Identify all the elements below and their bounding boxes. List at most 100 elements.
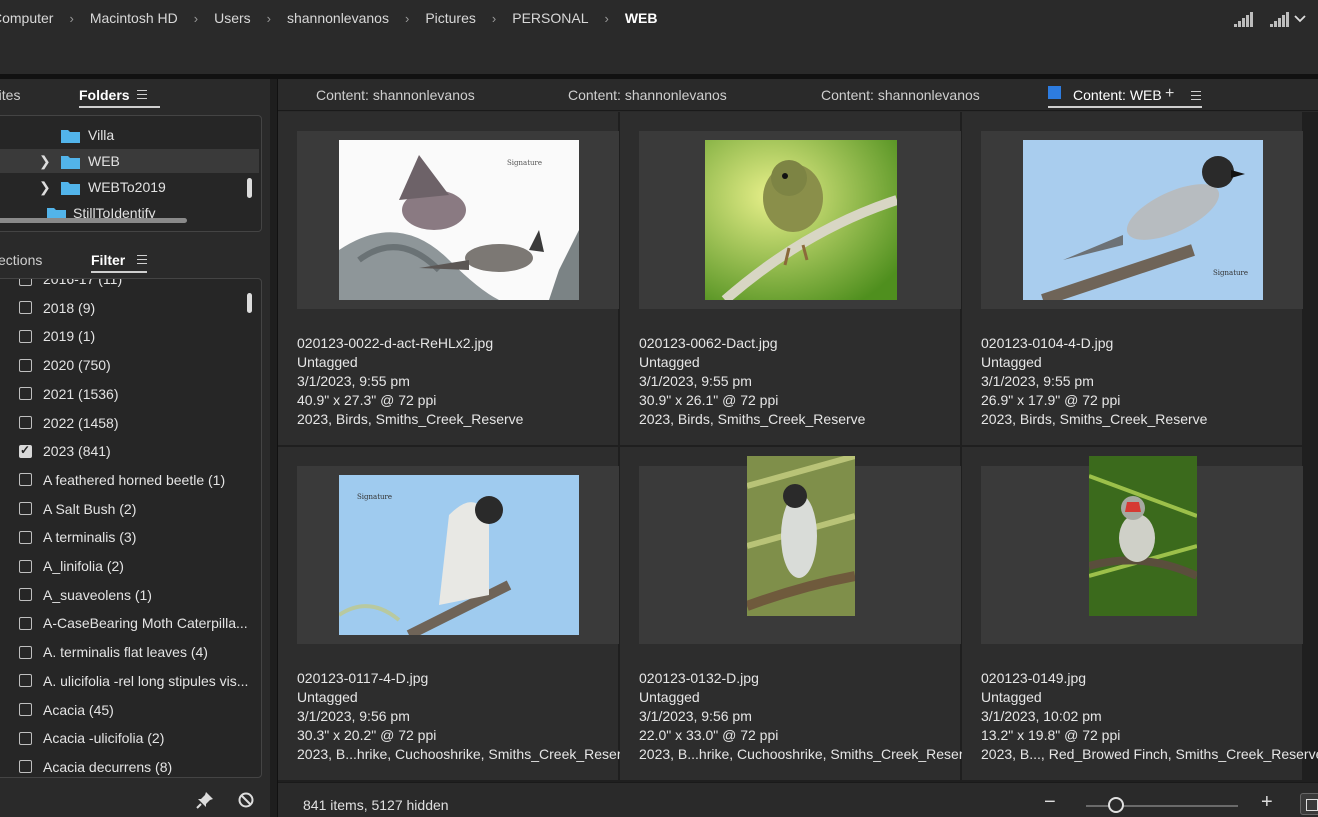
filter-item[interactable]: Acacia decurrens (8) [0,753,259,777]
breadcrumb-macintosh-hd[interactable]: Macintosh HD [90,10,178,26]
file-size: 40.9" x 27.3" @ 72 ppi [297,392,437,408]
checkbox[interactable] [19,358,32,372]
checkbox[interactable] [19,559,32,573]
checkbox[interactable] [19,387,32,401]
thumbnail-card[interactable]: Signature 020123-0104-4-D.jpg Untagged 3… [962,112,1303,445]
file-name: 020123-0132-D.jpg [639,670,759,686]
filter-item[interactable]: 2023 (841) [0,437,259,465]
checkbox[interactable] [19,502,32,516]
thumbnail-card[interactable]: Signature 020123-0022-d-act-ReHLx2.jpg U… [278,112,619,445]
filter-item[interactable]: 2022 (1458) [0,409,259,437]
content-panel: Content: shannonlevanos Content: shannon… [277,79,1318,817]
filter-label: 2018 (9) [43,299,96,316]
tab-filter[interactable]: Filter [91,252,148,273]
chevron-right-icon: › [69,10,74,26]
checkbox[interactable] [19,588,32,602]
folders-scrollbar[interactable] [247,178,252,198]
breadcrumb-shannonlevanos[interactable]: shannonlevanos [287,10,389,26]
checkbox[interactable] [19,760,32,774]
thumbnail-card[interactable]: Signature 020123-0117-4-D.jpg Untagged 3… [278,447,636,780]
thumbnail-card[interactable]: 020123-0149.jpg Untagged 3/1/2023, 10:02… [962,447,1318,780]
chevron-right-icon[interactable]: ❯ [39,179,51,196]
thumbnail-card[interactable]: 020123-0062-Dact.jpg Untagged 3/1/2023, … [620,112,961,445]
tab-folders[interactable]: Folders [79,87,160,108]
breadcrumb-computer[interactable]: Computer [0,10,53,26]
tab-content-1[interactable]: Content: shannonlevanos [316,87,475,103]
checkbox[interactable] [19,616,32,630]
breadcrumb-pictures[interactable]: Pictures [425,10,476,26]
panel-menu-icon[interactable] [137,255,147,267]
content-menu-icon[interactable] [1191,91,1201,103]
filter-item[interactable]: Acacia -ulicifolia (2) [0,724,259,752]
filter-item[interactable]: 2016-17 (11) [0,279,259,293]
folder-label: Villa [88,127,115,143]
filter-item[interactable]: A-CaseBearing Moth Caterpilla... [0,609,259,637]
folder-item-webto2019[interactable]: ❯ WEBTo2019 [0,175,259,199]
quality-bars-icon[interactable] [1234,10,1256,28]
file-size: 22.0" x 33.0" @ 72 ppi [639,727,779,743]
breadcrumb-personal[interactable]: PERSONAL [512,10,588,26]
filter-item[interactable]: 2019 (1) [0,322,259,350]
folders-horizontal-scrollbar[interactable] [0,218,187,223]
checkbox[interactable] [19,329,32,343]
checkbox[interactable] [19,416,32,429]
filter-item[interactable]: 2018 (9) [0,294,259,322]
filter-label: A_linifolia (2) [43,558,124,574]
zoom-slider-handle[interactable] [1108,797,1125,813]
file-keywords: 2023, B..., Red_Browed Finch, Smiths_Cre… [981,746,1318,762]
checkbox[interactable] [19,279,32,286]
checkbox[interactable] [19,530,32,544]
clear-filter-icon[interactable] [238,792,254,808]
checkbox-checked[interactable] [19,443,32,458]
zoom-out-button[interactable]: − [1044,791,1056,814]
filter-label: 2023 (841) [43,443,111,460]
tab-content-web[interactable]: Content: WEB [1073,87,1162,103]
checkbox[interactable] [19,645,32,659]
tab-content-2[interactable]: Content: shannonlevanos [568,87,727,103]
file-name: 020123-0104-4-D.jpg [981,335,1114,351]
tab-content-3[interactable]: Content: shannonlevanos [821,87,980,103]
folder-item-web[interactable]: ❯ WEB [0,149,259,173]
file-tag: Untagged [297,689,358,705]
bird-photo-cuckooshrike-wing: Signature [339,475,579,635]
checkbox[interactable] [19,473,32,487]
tab-favorites[interactable]: rites [0,87,20,103]
file-date: 3/1/2023, 9:55 pm [981,373,1094,389]
file-keywords: 2023, Birds, Smiths_Creek_Reserve [981,411,1208,427]
pin-icon[interactable] [196,791,214,809]
filter-item[interactable]: A feathered horned beetle (1) [0,466,259,494]
thumbnail-card[interactable]: 020123-0132-D.jpg Untagged 3/1/2023, 9:5… [620,447,978,780]
folder-item-villa[interactable]: Villa [0,123,259,147]
breadcrumb: Computer › Macintosh HD › Users › shanno… [0,10,658,26]
add-tab-icon[interactable]: + [1165,85,1174,103]
checkbox[interactable] [19,301,32,315]
filter-item[interactable]: A_suaveolens (1) [0,581,259,609]
zoom-in-button[interactable]: + [1261,791,1273,814]
filter-item[interactable]: A_linifolia (2) [0,552,259,580]
filter-item[interactable]: A. ulicifolia -rel long stipules vis... [0,667,259,695]
breadcrumb-users[interactable]: Users [214,10,251,26]
filter-item[interactable]: 2021 (1536) [0,380,259,408]
filter-item[interactable]: 2020 (750) [0,351,259,379]
chevron-right-icon[interactable]: ❯ [39,153,51,170]
grid-view-icon[interactable] [1300,793,1318,815]
filter-item[interactable]: A terminalis (3) [0,523,259,551]
tab-filter-label: Filter [91,252,126,268]
bird-photo-cuckooshrike: Signature [1023,140,1263,300]
file-tag: Untagged [297,354,358,370]
content-tabs: Content: shannonlevanos Content: shannon… [278,79,1318,111]
tab-collections[interactable]: ections [0,252,42,268]
breadcrumb-web[interactable]: WEB [625,10,658,26]
quality-bars-dropdown-icon[interactable] [1270,10,1306,28]
filter-label: A. ulicifolia -rel long stipules vis... [43,672,249,689]
filter-item[interactable]: A. terminalis flat leaves (4) [0,638,259,666]
file-date: 3/1/2023, 9:55 pm [297,373,410,389]
filter-item[interactable]: A Salt Bush (2) [0,495,259,523]
filter-item[interactable]: Acacia (45) [0,696,259,724]
bird-photo-red-browed-finch [1089,456,1197,616]
checkbox[interactable] [19,674,32,688]
checkbox[interactable] [19,703,32,716]
svg-text:Signature: Signature [1213,269,1248,277]
checkbox[interactable] [19,731,32,745]
panel-menu-icon[interactable] [137,90,147,102]
